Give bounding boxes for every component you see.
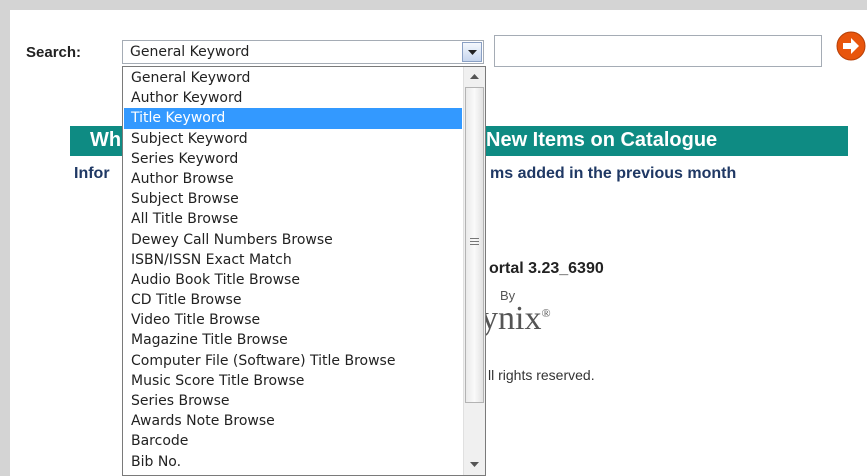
dropdown-option[interactable]: CD Title Browse bbox=[124, 290, 462, 310]
search-input[interactable] bbox=[494, 35, 822, 67]
scroll-down-arrow-icon bbox=[470, 462, 479, 467]
scroll-down-button[interactable] bbox=[464, 455, 485, 475]
dropdown-option[interactable]: Subject Browse bbox=[124, 189, 462, 209]
dropdown-option[interactable]: All Title Browse bbox=[124, 209, 462, 229]
dropdown-option[interactable]: Audio Book Title Browse bbox=[124, 270, 462, 290]
dropdown-option[interactable]: Title Keyword bbox=[124, 108, 462, 129]
banner-title: New Items on Catalogue bbox=[486, 129, 718, 151]
scroll-up-arrow-icon bbox=[470, 74, 479, 79]
dropdown-option[interactable]: Series Keyword bbox=[124, 149, 462, 169]
dropdown-option[interactable]: Barcode bbox=[124, 431, 462, 451]
dropdown-option[interactable]: Series Browse bbox=[124, 391, 462, 411]
dropdown-option[interactable]: Dewey Call Numbers Browse bbox=[124, 230, 462, 250]
rights-text: ll rights reserved. bbox=[488, 367, 595, 383]
dynix-logo-text: ynix bbox=[481, 300, 542, 337]
info-left-text: Infor bbox=[74, 165, 110, 182]
dropdown-option[interactable]: Video Title Browse bbox=[124, 310, 462, 330]
dynix-logo: ynix® bbox=[481, 300, 551, 338]
dropdown-option[interactable]: Magazine Title Browse bbox=[124, 330, 462, 350]
portal-version: ortal 3.23_6390 bbox=[489, 260, 604, 277]
grip-icon bbox=[470, 238, 479, 245]
dropdown-option[interactable]: Music Score Title Browse bbox=[124, 371, 462, 391]
dropdown-option[interactable]: General Keyword bbox=[124, 68, 462, 88]
arrow-right-circle-icon[interactable] bbox=[836, 31, 866, 61]
search-type-selected-value: General Keyword bbox=[130, 44, 250, 60]
dropdown-option[interactable]: Awards Note Browse bbox=[124, 411, 462, 431]
dropdown-option[interactable]: Author Keyword bbox=[124, 88, 462, 108]
search-label: Search: bbox=[26, 44, 82, 61]
search-type-select[interactable]: General Keyword bbox=[122, 40, 484, 64]
info-text: ms added in the previous month bbox=[490, 165, 737, 182]
dropdown-option[interactable]: Computer File (Software) Title Browse bbox=[124, 351, 462, 371]
banner-left-text: Wh bbox=[90, 129, 122, 151]
chevron-down-icon bbox=[468, 50, 477, 55]
search-type-dropdown-list[interactable]: General Keyword Author Keyword Title Keywo… bbox=[122, 66, 486, 476]
dropdown-option[interactable]: Subject Keyword bbox=[124, 129, 462, 149]
dropdown-option[interactable]: Bib No. bbox=[124, 452, 462, 472]
scroll-up-button[interactable] bbox=[464, 67, 485, 87]
dropdown-scrollbar[interactable] bbox=[463, 67, 485, 475]
dropdown-option[interactable]: ISBN/ISSN Exact Match bbox=[124, 250, 462, 270]
dropdown-arrow-button[interactable] bbox=[462, 42, 482, 62]
registered-mark: ® bbox=[541, 306, 551, 320]
page: Search: General Keyword Wh New Items on … bbox=[10, 10, 867, 476]
option-list: General Keyword Author Keyword Title Keywo… bbox=[124, 68, 462, 472]
dropdown-option[interactable]: Author Browse bbox=[124, 169, 462, 189]
scroll-thumb[interactable] bbox=[465, 87, 484, 403]
